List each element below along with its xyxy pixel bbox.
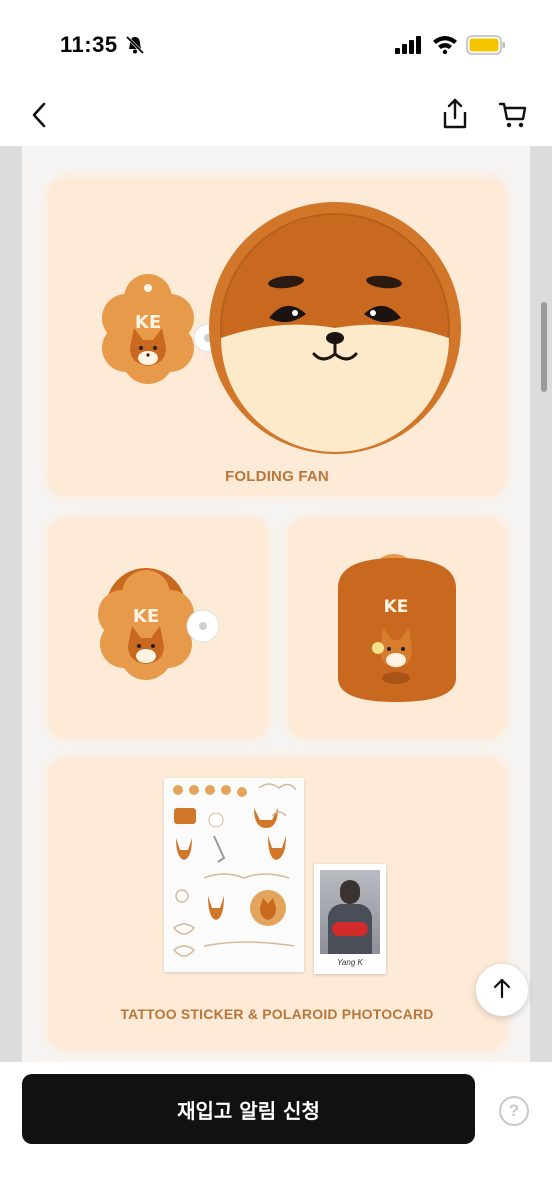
product-detail-content[interactable]: KE FOLDING FAN KE KE Yang K TATTOO STICK… (0, 146, 552, 1062)
status-time: 11:35 (60, 32, 118, 57)
folding-fan-panel: KE FOLDING FAN (48, 178, 506, 496)
vertical-scrollbar[interactable] (541, 302, 547, 392)
help-question-icon[interactable]: ? (499, 1096, 529, 1126)
scroll-to-top-button[interactable] (476, 964, 528, 1016)
polaroid-signature: Yang K (337, 958, 363, 967)
tattoo-sticker-sheet (164, 778, 304, 972)
cellular-signal-icon (395, 36, 423, 59)
top-navigation (0, 90, 552, 146)
back-chevron-icon[interactable] (26, 100, 52, 135)
polaroid-photo (320, 870, 380, 954)
svg-text:KE: KE (133, 606, 159, 627)
arrow-up-icon (492, 977, 512, 1004)
svg-text:KE: KE (135, 312, 161, 333)
detail-image-page: KE FOLDING FAN KE KE Yang K TATTOO STICK… (22, 146, 530, 1062)
fan-pouch-illustration: KE (338, 554, 456, 702)
share-icon[interactable] (440, 98, 470, 135)
status-bar: 11:35 (0, 0, 552, 90)
tattoo-sticker-illustration (172, 783, 297, 957)
folding-fan-illustration: KE (102, 202, 461, 454)
folded-fan-illustration: KE (98, 568, 220, 680)
battery-icon (466, 35, 506, 60)
bottom-action-bar: 재입고 알림 신청 ? (0, 1062, 552, 1200)
sticker-polaroid-panel: Yang K TATTOO STICKER & POLAROID PHOTOCA… (48, 758, 506, 1050)
folded-fan-panel: KE (48, 518, 268, 738)
wifi-icon (432, 34, 458, 59)
fan-pouch-panel: KE (288, 518, 506, 738)
bell-muted-icon (124, 34, 146, 61)
polaroid-photocard: Yang K (314, 864, 386, 974)
svg-text:KE: KE (384, 597, 409, 617)
folding-fan-caption: FOLDING FAN (225, 468, 329, 485)
sticker-polaroid-caption: TATTOO STICKER & POLAROID PHOTOCARD (120, 1006, 434, 1022)
cart-icon[interactable] (498, 100, 528, 135)
restock-notification-button[interactable]: 재입고 알림 신청 (22, 1074, 475, 1144)
